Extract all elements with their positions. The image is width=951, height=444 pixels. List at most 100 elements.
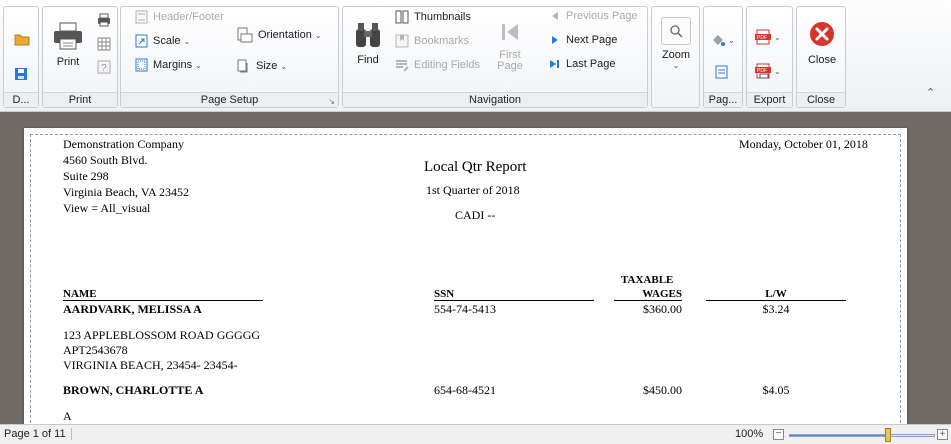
column-taxable-wages-header: WAGES [614,288,682,301]
find-label: Find [357,54,379,66]
navigation-group-label: Navigation [343,92,647,107]
view-filter: View = All_visual [63,201,151,215]
employee-address-3: VIRGINIA BEACH, 23454- 23454- [63,358,238,372]
scale-label: Scale [153,35,181,47]
ribbon: D... Print ? Print Header/Footer Scale ⌄ [0,0,951,112]
chevron-down-icon: ⌄ [672,61,680,70]
find-button[interactable]: Find [351,21,385,66]
print-group: Print ? Print [42,6,118,108]
close-button[interactable]: Close [805,21,839,66]
page-background-group-label: Pag... [704,92,742,107]
bookmark-icon [395,34,409,48]
orientation-button[interactable]: Orientation ⌄ [237,27,322,43]
export-group: PDF ⌄ PDF ⌄ Export [746,6,793,108]
first-page-button[interactable]: First Page [493,21,527,72]
chevron-down-icon: ⌄ [774,32,781,42]
chevron-up-icon: ⌃ [926,87,936,99]
employee-lw: $4.05 [762,383,790,397]
employee-wages: $450.00 [643,383,682,397]
svg-text:PDF: PDF [757,68,767,74]
collapse-ribbon-button[interactable]: ⌃ [926,86,935,99]
print-button[interactable]: Print [51,21,85,68]
email-pdf-icon: PDF [755,63,771,79]
magnifier-icon [670,25,683,38]
size-icon [237,59,248,73]
company-name: Demonstration Company [63,137,184,151]
svg-text:?: ? [101,63,107,74]
employee-ssn: 554-74-5413 [434,302,496,316]
zoom-slider-thumb[interactable] [885,428,891,442]
employee-address-1: 123 APPLEBLOSSOM ROAD GGGGG [63,328,261,342]
svg-text:PDF: PDF [757,35,767,41]
watermark-button[interactable] [715,65,728,79]
scale-icon [135,34,148,48]
watermark-icon [715,65,728,79]
last-page-label: Last Page [566,58,616,70]
previous-page-label: Previous Page [566,10,638,22]
bookmarks-button[interactable]: Bookmarks [395,34,469,48]
open-button[interactable] [14,32,30,46]
document-group-label: D... [4,92,38,107]
previous-arrow-icon [552,12,558,20]
folder-icon [14,34,30,46]
next-page-label: Next Page [566,34,618,46]
print-layout-button[interactable] [97,37,111,51]
page-indicator: Page 1 of 11 [4,428,72,440]
employee-lw: $3.24 [762,302,790,316]
page-color-button[interactable]: ⌄ [711,33,735,47]
zoom-in-button[interactable]: + [937,429,948,440]
editing-fields-icon [396,60,409,72]
employee-name: BROWN, CHARLOTTE A [63,383,204,397]
header-footer-button[interactable]: Header/Footer [135,10,224,24]
printer-icon [54,22,82,50]
first-page-icon [502,24,518,40]
document-group: D... [3,6,39,108]
report-title: Local Qtr Report [424,159,527,175]
last-page-button[interactable]: Last Page [549,58,616,70]
close-group-label: Close [797,92,845,107]
export-pdf-button[interactable]: PDF ⌄ [755,29,781,45]
print-help-button[interactable]: ? [97,60,111,74]
chevron-down-icon: ⌄ [314,30,322,40]
editing-fields-button[interactable]: Editing Fields [395,58,480,72]
size-label: Size [256,60,278,72]
zoom-slider-track[interactable] [789,434,935,437]
zoom-icon-box [661,17,691,45]
page-background-group: ⌄ Pag... [703,6,743,108]
column-name-header: NAME [63,288,263,301]
thumbnails-button[interactable]: Thumbnails [395,10,471,24]
orientation-label: Orientation [258,29,312,41]
margins-button[interactable]: Margins ⌄ [135,58,202,72]
last-page-icon [550,60,559,68]
address-line-1: 4560 South Blvd. [63,153,148,167]
employee-ssn: 654-68-4521 [434,383,496,397]
page-margin-guide [30,134,901,424]
next-page-button[interactable]: Next Page [549,34,617,46]
report-subtitle: CADI -- [455,208,496,222]
zoom-percentage[interactable]: 100% [735,428,763,440]
email-pdf-button[interactable]: PDF ⌄ [755,63,781,79]
paint-bucket-icon [713,35,725,46]
report-viewer[interactable]: Demonstration Company 4560 South Blvd. S… [0,112,951,424]
header-footer-label: Header/Footer [153,11,224,23]
header-footer-icon [135,10,148,24]
scale-button[interactable]: Scale ⌄ [135,34,190,48]
binoculars-icon [356,23,380,47]
column-ssn-header: SSN [434,288,594,301]
margins-label: Margins [153,59,193,71]
save-button[interactable] [14,67,28,81]
zoom-button[interactable]: Zoom ⌄ [660,17,692,70]
status-bar: Page 1 of 11 100% − + [0,424,951,444]
column-taxable-line1: TAXABLE [621,274,674,286]
close-icon [810,22,834,46]
save-icon [15,68,27,80]
quick-print-button[interactable] [97,13,111,27]
previous-page-button[interactable]: Previous Page [549,10,638,22]
help-icon: ? [97,60,111,74]
zoom-slider-fill [790,435,889,436]
page-setup-dialog-launcher[interactable]: ↘ [328,97,335,106]
pdf-icon: PDF [755,29,771,45]
size-button[interactable]: Size ⌄ [237,59,287,73]
page-setup-group: Header/Footer Scale ⌄ Margins ⌄ Orientat… [120,6,339,108]
zoom-out-button[interactable]: − [773,429,784,440]
